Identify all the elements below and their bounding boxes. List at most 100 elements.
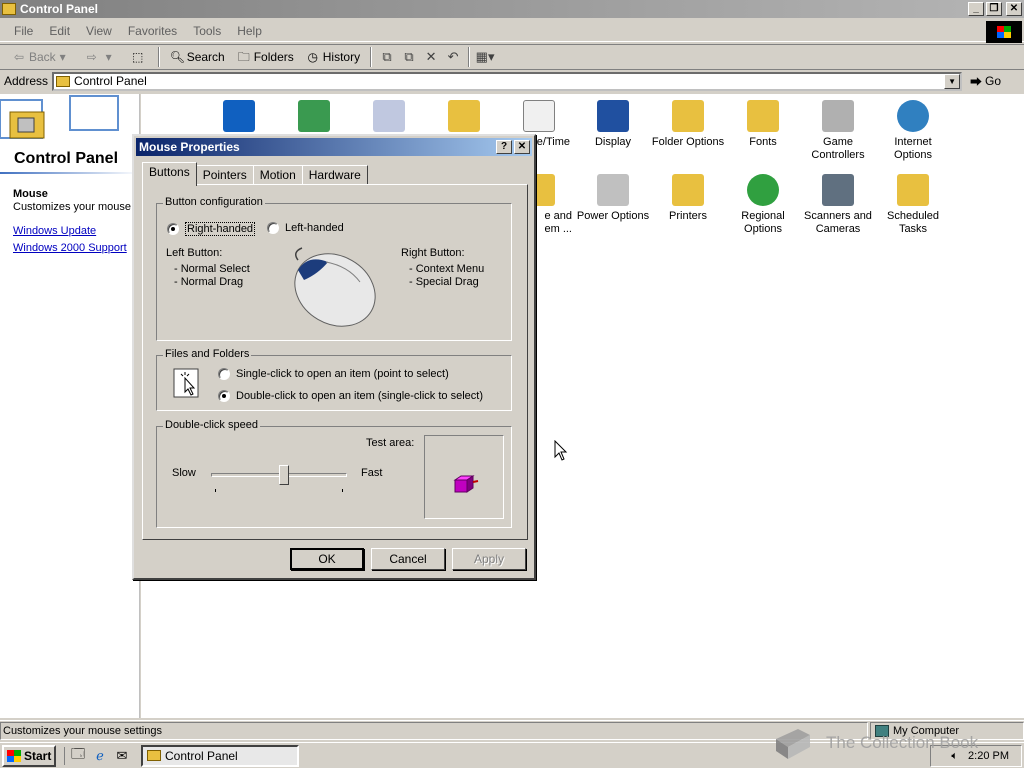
files-folders-group: Files and Folders Single-click to open a… xyxy=(156,348,512,411)
administrative-tools-item[interactable] xyxy=(427,100,501,136)
button-configuration-group: Button configuration Right-handed Left-h… xyxy=(156,196,512,341)
internet-explorer-icon[interactable]: ℯ xyxy=(91,747,109,765)
power-plug-icon xyxy=(597,174,629,206)
programs-icon xyxy=(373,100,405,132)
tab-hardware[interactable]: Hardware xyxy=(301,165,368,185)
double-click-radio[interactable]: Double-click to open an item (single-cli… xyxy=(218,390,483,402)
joystick-icon xyxy=(822,100,854,132)
up-button[interactable]: ⬚ xyxy=(125,46,154,68)
start-button[interactable]: Start xyxy=(2,744,56,767)
ok-button[interactable]: OK xyxy=(290,548,364,570)
show-desktop-icon[interactable]: 🗔 xyxy=(69,746,87,765)
cancel-button[interactable]: Cancel xyxy=(371,548,445,570)
address-input[interactable]: Control Panel ▼ xyxy=(52,71,963,91)
selected-item-description: Customizes your mouse settings xyxy=(13,201,138,213)
up-folder-icon: ⬚ xyxy=(132,50,144,64)
restore-button[interactable]: ❐ xyxy=(986,2,1002,16)
add-remove-hardware-item[interactable] xyxy=(277,100,351,136)
search-button[interactable]: 🔍︎ Search xyxy=(164,46,231,68)
scheduled-tasks-item[interactable]: Scheduled Tasks xyxy=(876,174,950,236)
control-panel-icon xyxy=(56,75,71,87)
menu-favorites[interactable]: Favorites xyxy=(120,24,185,38)
scanners-cameras-label: Scanners and Cameras xyxy=(804,210,872,235)
fonts-item[interactable]: Fonts xyxy=(726,100,800,149)
dialog-close-button[interactable]: ✕ xyxy=(514,140,530,154)
globe-icon xyxy=(897,100,929,132)
help-button[interactable]: ? xyxy=(496,140,512,154)
test-area[interactable] xyxy=(424,435,504,519)
volume-icon[interactable]: 🔈︎ xyxy=(951,750,958,763)
radio-dot xyxy=(167,223,179,235)
close-button[interactable]: ✕ xyxy=(1006,2,1022,16)
back-button[interactable]: ⇦ Back ▾ xyxy=(6,46,79,68)
chevron-down-icon: ▾ xyxy=(59,50,66,64)
right-button-action-1: - Context Menu xyxy=(409,263,485,275)
copy-to-icon[interactable]: ⧉ xyxy=(400,48,418,66)
move-to-icon[interactable]: ⧉ xyxy=(378,48,396,66)
address-dropdown-button[interactable]: ▼ xyxy=(944,73,961,89)
folders-button[interactable]: 🗀 Folders xyxy=(231,46,300,68)
date-time-icon xyxy=(523,100,555,132)
taskbar-item-control-panel[interactable]: Control Panel xyxy=(141,744,299,767)
menu-view[interactable]: View xyxy=(78,24,120,38)
forward-arrow-icon: ⇨ xyxy=(86,50,97,64)
printers-label: Printers xyxy=(669,210,707,222)
internet-options-item[interactable]: Internet Options xyxy=(876,100,950,162)
chevron-down-icon: ▾ xyxy=(105,50,112,64)
scanners-cameras-item[interactable]: Scanners and Cameras xyxy=(801,174,875,236)
right-handed-radio[interactable]: Right-handed xyxy=(167,222,256,236)
accessibility-options-item[interactable] xyxy=(202,100,276,136)
minimize-button[interactable]: _ xyxy=(968,2,984,16)
single-click-radio[interactable]: Single-click to open an item (point to s… xyxy=(218,368,449,380)
undo-icon[interactable]: ↶ xyxy=(444,48,462,66)
menu-bar: File Edit View Favorites Tools Help xyxy=(0,20,1024,42)
buttons-tab-panel: Button configuration Right-handed Left-h… xyxy=(142,184,528,540)
mouse-cursor-icon xyxy=(554,440,568,461)
apply-button[interactable]: Apply xyxy=(452,548,526,570)
address-bar: Address Control Panel ▼ ⮕ Go xyxy=(0,70,1024,92)
slider-thumb[interactable] xyxy=(279,465,289,485)
left-info-pane: Control Panel Mouse Customizes your mous… xyxy=(0,94,140,718)
admin-tools-icon xyxy=(448,100,480,132)
views-icon[interactable]: ▦▾ xyxy=(476,48,495,66)
add-remove-programs-item[interactable] xyxy=(352,100,426,136)
delete-icon[interactable]: ✕ xyxy=(422,48,440,66)
tab-pointers[interactable]: Pointers xyxy=(195,165,254,185)
regional-options-item[interactable]: Regional Options xyxy=(726,174,800,236)
display-label: Display xyxy=(594,136,632,148)
hardware-icon xyxy=(298,100,330,132)
go-button[interactable]: ⮕ Go xyxy=(970,73,1001,90)
fonts-label: Fonts xyxy=(749,136,777,148)
tab-buttons[interactable]: Buttons xyxy=(142,162,197,186)
folders-icon: 🗀 xyxy=(237,50,250,64)
folder-options-item[interactable]: Folder Options xyxy=(651,100,725,149)
forward-button[interactable]: ⇨ ▾ xyxy=(79,46,125,68)
double-click-label: Double-click to open an item (single-cli… xyxy=(236,390,483,402)
go-arrow-icon: ⮕ xyxy=(970,74,983,89)
printers-item[interactable]: Printers xyxy=(651,174,725,223)
windows-support-link[interactable]: Windows 2000 Support xyxy=(13,242,127,254)
game-controllers-item[interactable]: Game Controllers xyxy=(801,100,875,162)
zone-label: My Computer xyxy=(893,724,960,737)
outlook-express-icon[interactable]: ✉ xyxy=(113,747,131,765)
scheduled-tasks-icon xyxy=(897,174,929,206)
windows-update-link[interactable]: Windows Update xyxy=(13,225,96,237)
mouse-illustration-icon xyxy=(294,247,376,327)
display-item[interactable]: Display xyxy=(576,100,650,149)
dialog-title-bar: Mouse Properties ? ✕ xyxy=(136,138,532,156)
accessibility-icon xyxy=(223,100,255,132)
right-button-action-2: - Special Drag xyxy=(409,276,479,288)
history-button[interactable]: ◷ History xyxy=(300,46,366,68)
status-bar: Customizes your mouse settings My Comput… xyxy=(0,720,1024,740)
toolbar-separator xyxy=(468,47,471,67)
menu-tools[interactable]: Tools xyxy=(185,24,229,38)
power-options-item[interactable]: Power Options xyxy=(576,174,650,223)
menu-help[interactable]: Help xyxy=(229,24,270,38)
tab-motion[interactable]: Motion xyxy=(252,165,303,185)
mouse-properties-dialog: Mouse Properties ? ✕ Buttons Pointers Mo… xyxy=(132,134,536,580)
left-button-action-2: - Normal Drag xyxy=(174,276,244,288)
left-handed-radio[interactable]: Left-handed xyxy=(267,222,344,234)
double-click-speed-slider[interactable] xyxy=(211,463,347,493)
menu-edit[interactable]: Edit xyxy=(41,24,78,38)
menu-file[interactable]: File xyxy=(6,24,41,38)
